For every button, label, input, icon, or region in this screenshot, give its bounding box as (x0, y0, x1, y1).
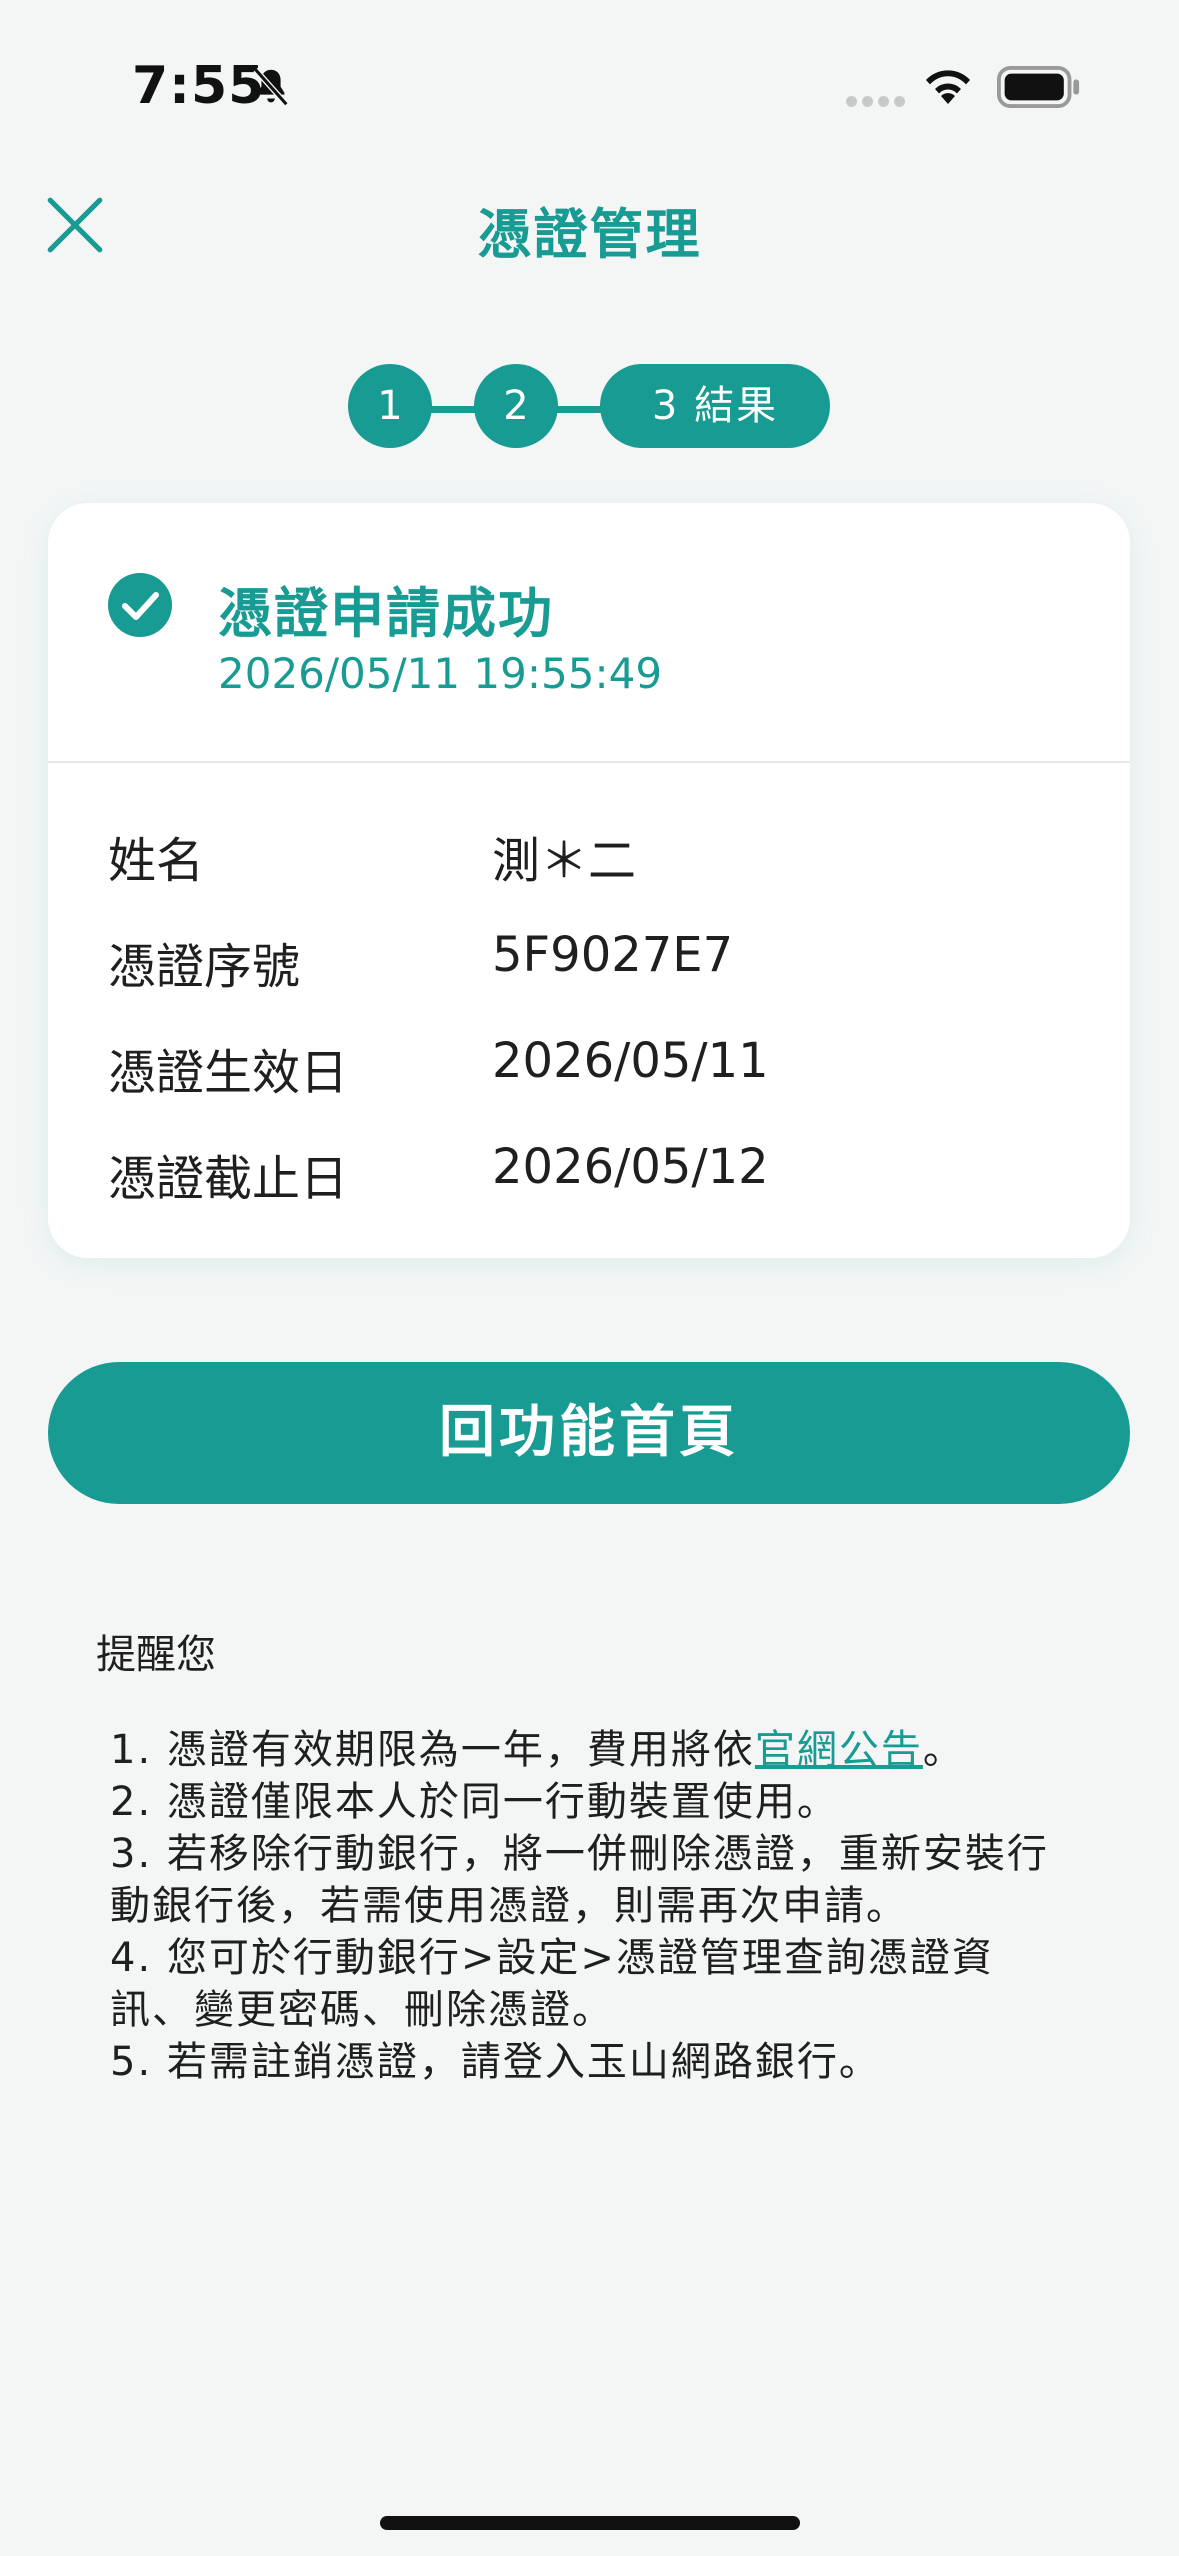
wifi-icon (926, 70, 970, 104)
note-item: 5. 若需註銷憑證，請登入玉山網路銀行。 (110, 2039, 881, 2085)
status-time: 7:55 (132, 56, 266, 116)
back-to-home-button[interactable]: 回功能首頁 (48, 1362, 1130, 1504)
info-value: 2026/05/12 (492, 1139, 769, 1195)
info-value: 測＊二 (492, 833, 637, 889)
official-announcement-link[interactable]: 官網公告 (755, 1727, 923, 1773)
result-timestamp: 2026/05/11 19:55:49 (218, 649, 663, 698)
bell-muted-icon (253, 67, 289, 107)
step-2: 2 (474, 364, 558, 448)
info-label: 憑證截止日 (108, 1151, 349, 1207)
note-item: 4. 您可於行動銀行>設定>憑證管理查詢憑證資訊、變更密碼、刪除憑證。 (110, 1935, 994, 2033)
info-label: 姓名 (108, 833, 205, 889)
page-title: 憑證管理 (477, 203, 702, 266)
result-header: 憑證申請成功 2026/05/11 19:55:49 (48, 503, 1130, 763)
notes-list: 1. 憑證有效期限為一年，費用將依官網公告。 2. 憑證僅限本人於同一行動裝置使… (110, 1724, 1070, 2088)
info-label: 憑證序號 (108, 939, 301, 995)
result-title: 憑證申請成功 (218, 582, 554, 645)
note-item: 1. 憑證有效期限為一年，費用將依官網公告。 (110, 1727, 965, 1773)
step-1: 1 (348, 364, 432, 448)
step-3-active: 3 結果 (600, 364, 830, 448)
home-indicator[interactable] (380, 2516, 800, 2530)
check-circle-icon (108, 573, 172, 637)
progress-stepper: 1 2 3 結果 (348, 364, 830, 454)
info-value: 2026/05/11 (492, 1033, 769, 1089)
battery-icon (997, 66, 1080, 108)
info-value: 5F9027E7 (492, 927, 734, 983)
status-bar: 7:55 (0, 0, 1179, 170)
result-card: 憑證申請成功 2026/05/11 19:55:49 姓名 測＊二 憑證序號 5… (48, 503, 1130, 1258)
info-label: 憑證生效日 (108, 1045, 349, 1101)
note-item: 2. 憑證僅限本人於同一行動裝置使用。 (110, 1779, 839, 1825)
cellular-signal-icon (846, 92, 910, 111)
note-item: 3. 若移除行動銀行，將一併刪除憑證，重新安裝行動銀行後，若需使用憑證，則需再次… (110, 1831, 1049, 1929)
notes-title: 提醒您 (96, 1632, 216, 1678)
